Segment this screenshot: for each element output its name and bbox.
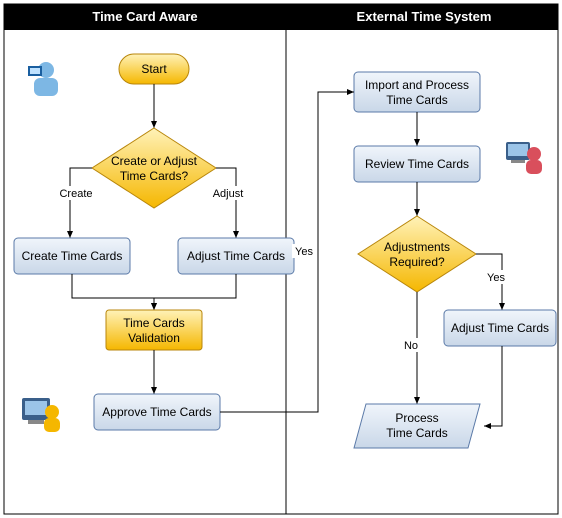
user-icon [28, 62, 58, 96]
edge-create: Create [59, 188, 92, 200]
decision1-line1: Create or Adjust [111, 154, 198, 168]
edge-yes: Yes [295, 246, 313, 258]
label-create-tc: Create Time Cards [22, 249, 123, 263]
label-adjust-tc: Adjust Time Cards [187, 249, 285, 263]
computer-user-red-icon [506, 142, 542, 174]
validate-line1: Time Cards [123, 316, 185, 330]
edge-yes2: Yes [487, 272, 505, 284]
import-line2: Time Cards [386, 93, 448, 107]
label-adjust-tc2: Adjust Time Cards [451, 321, 549, 335]
start-label: Start [141, 62, 167, 76]
validate-line2: Validation [128, 331, 180, 345]
lane-left-title: Time Card Aware [92, 9, 197, 24]
label-approve: Approve Time Cards [102, 405, 211, 419]
lane-right-title: External Time System [357, 9, 492, 24]
import-line1: Import and Process [365, 78, 469, 92]
label-review: Review Time Cards [365, 157, 469, 171]
decision1-line2: Time Cards? [120, 169, 189, 183]
process-line2: Time Cards [386, 426, 448, 440]
decision2-line2: Required? [389, 255, 445, 269]
process-line1: Process [395, 411, 438, 425]
decision-create-or-adjust [92, 128, 216, 208]
computer-user-icon [22, 398, 60, 432]
edge-no: No [404, 340, 418, 352]
flowchart-diagram: Time Card Aware External Time System Sta… [0, 0, 562, 518]
decision-adjustments-required [358, 216, 476, 292]
decision2-line1: Adjustments [384, 240, 450, 254]
edge-adjust: Adjust [213, 188, 244, 200]
